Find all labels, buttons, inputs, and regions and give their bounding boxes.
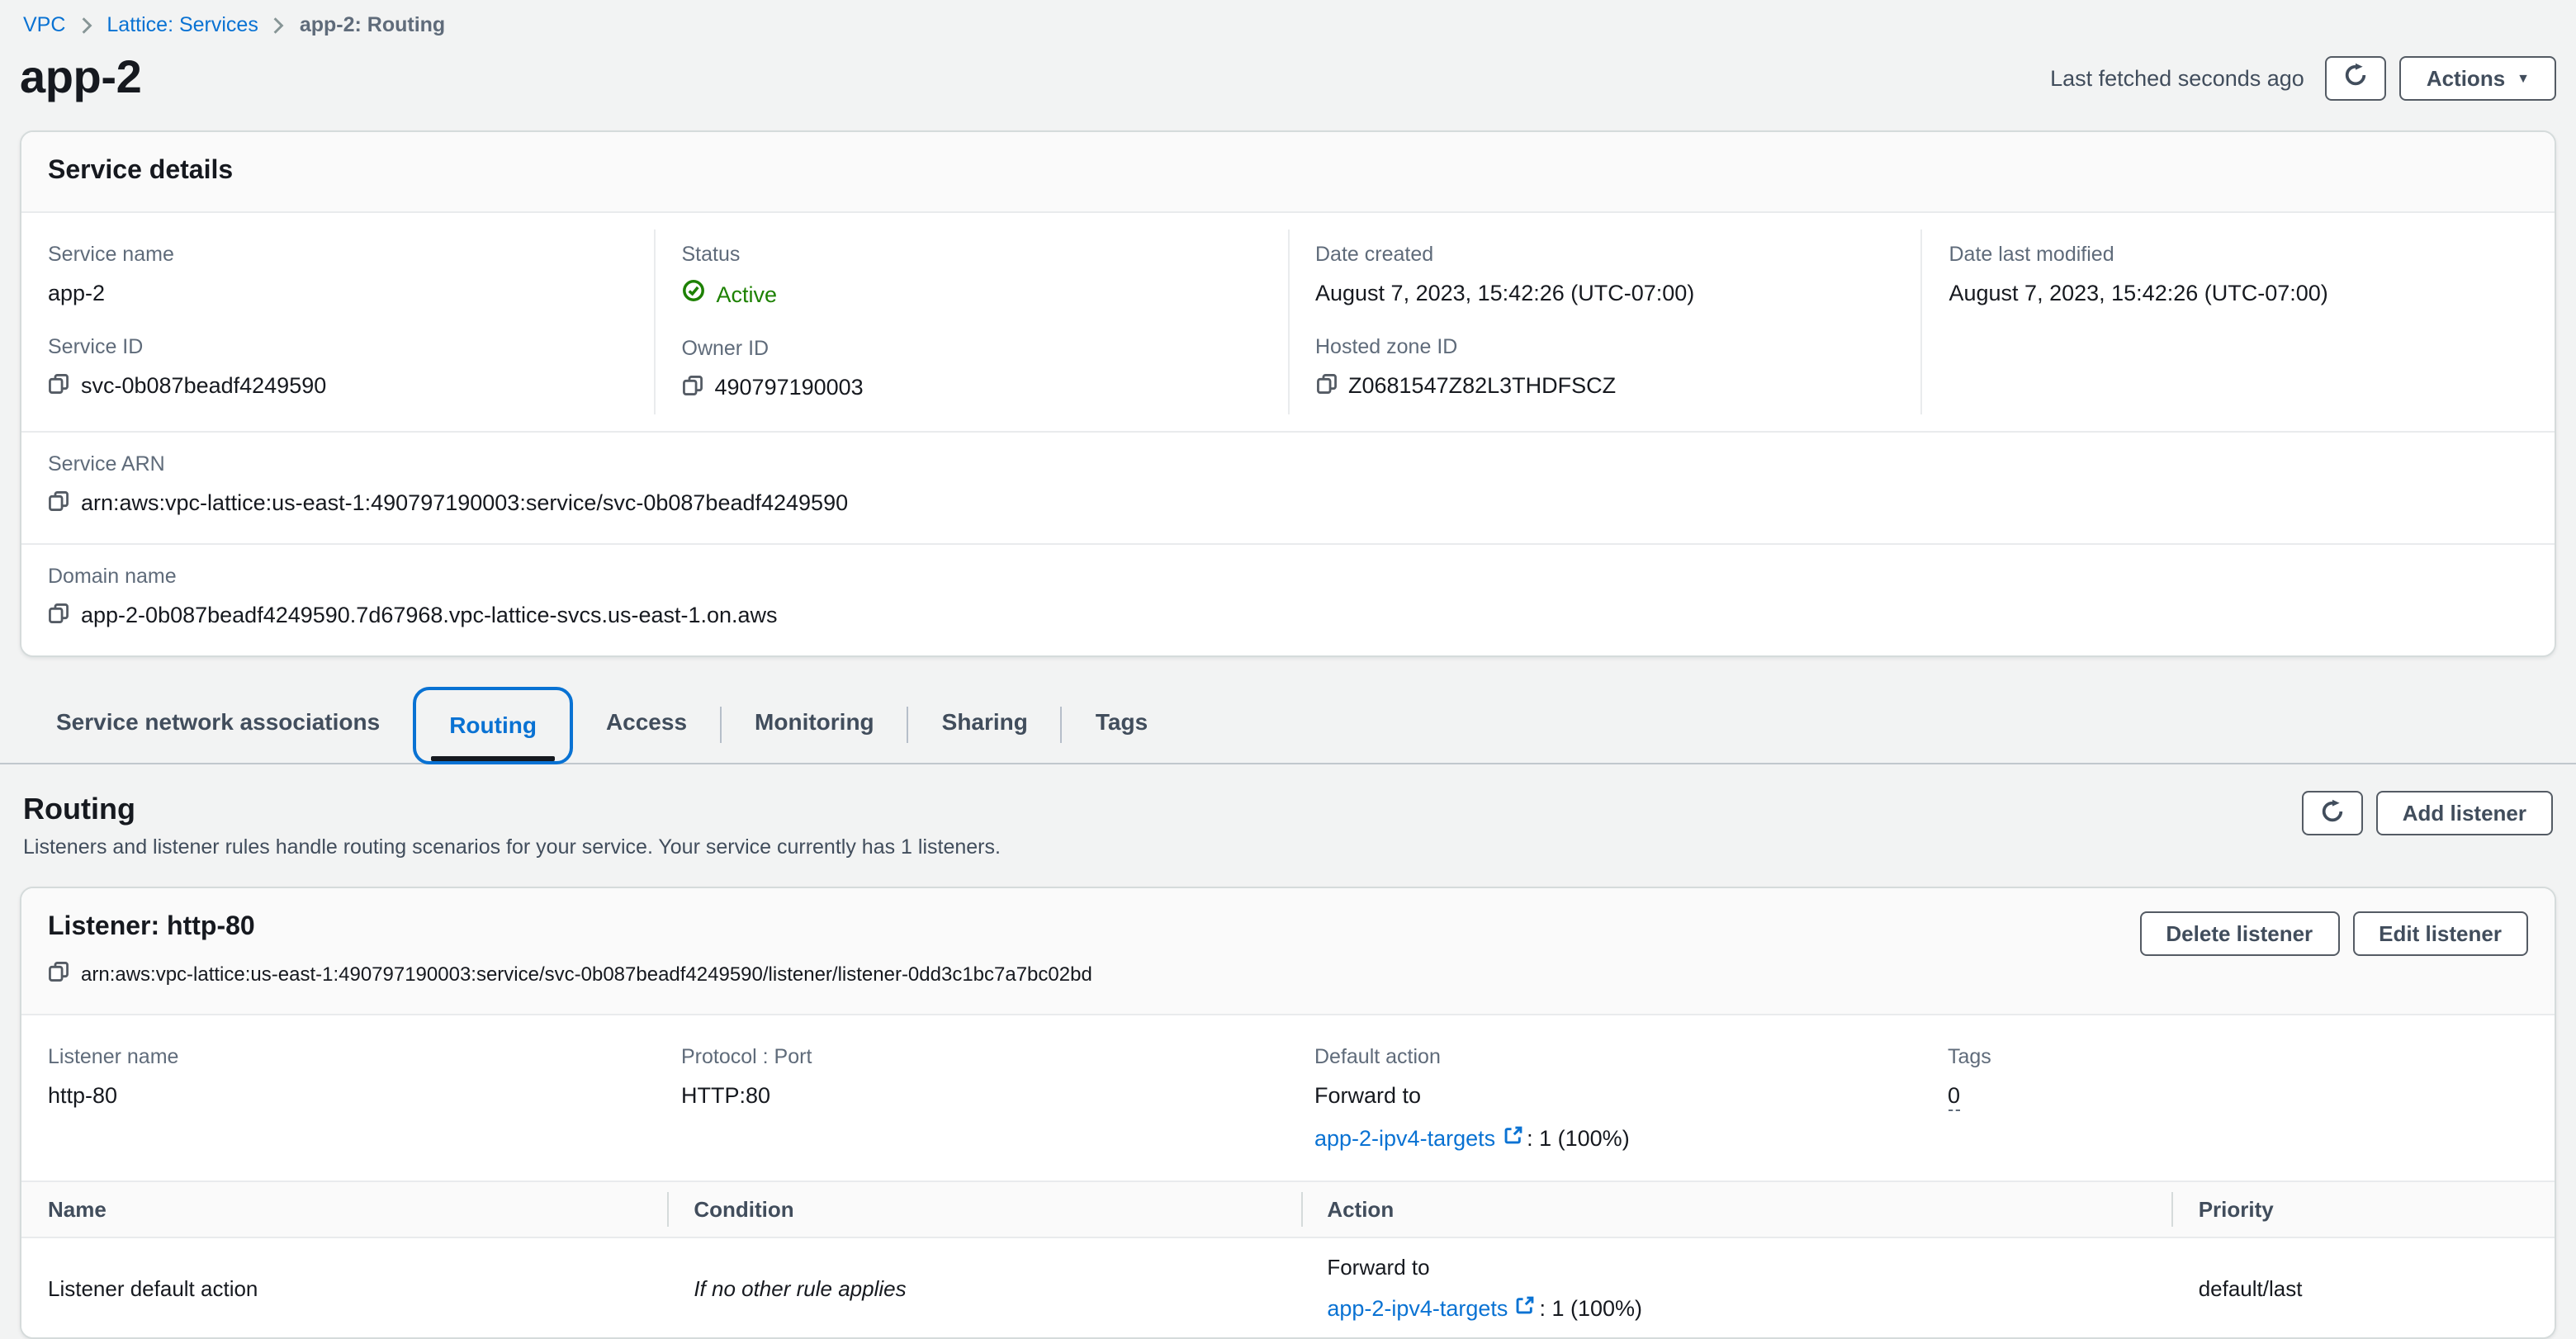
- listener-card-header: Listener: http-80 arn:aws:vpc-lattice:us…: [21, 888, 2555, 1015]
- listener-card: Listener: http-80 arn:aws:vpc-lattice:us…: [20, 887, 2556, 1339]
- service-details-header: Service details: [21, 132, 2555, 213]
- target-group-link[interactable]: app-2-ipv4-targets: [1314, 1124, 1523, 1151]
- tags-count-link[interactable]: 0: [1948, 1081, 1960, 1111]
- rule-target-weight-text: : 1 (100%): [1539, 1295, 1642, 1320]
- copy-icon: [48, 372, 69, 399]
- service-arn-value: arn:aws:vpc-lattice:us-east-1:4907971900…: [81, 489, 848, 517]
- vpc-lattice-service-page: VPC Lattice: Services app-2: Routing app…: [0, 0, 2576, 1293]
- target-weight-text: : 1 (100%): [1527, 1125, 1630, 1150]
- routing-refresh-button[interactable]: [2302, 791, 2363, 835]
- external-link-icon: [1502, 1124, 1523, 1151]
- hosted-zone-id-value: Z0681547Z82L3THDFSCZ: [1348, 371, 1616, 400]
- service-arn-field: Service ARN arn:aws:vpc-lattice:us-east-…: [21, 433, 2555, 543]
- rule-target-group-link[interactable]: app-2-ipv4-targets: [1327, 1294, 1536, 1321]
- date-modified-field: Date last modified August 7, 2023, 15:42…: [1949, 243, 2529, 307]
- tab-tags[interactable]: Tags: [1063, 687, 1181, 763]
- table-row: Listener default action If no other rule…: [21, 1238, 2555, 1337]
- listener-arn-value: arn:aws:vpc-lattice:us-east-1:4907971900…: [81, 963, 1092, 986]
- service-id-value: svc-0b087beadf4249590: [81, 371, 326, 400]
- rule-priority-cell: default/last: [2172, 1259, 2555, 1317]
- breadcrumb: VPC Lattice: Services app-2: Routing: [20, 0, 2556, 36]
- column-header-condition: Condition: [667, 1182, 1300, 1237]
- caret-down-icon: ▼: [2517, 72, 2530, 85]
- domain-name-field: Domain name app-2-0b087beadf4249590.7d67…: [21, 545, 2555, 655]
- owner-id-value: 490797190003: [715, 373, 864, 401]
- copy-icon: [48, 490, 69, 516]
- copy-icon: [48, 961, 69, 987]
- column-header-priority: Priority: [2172, 1182, 2555, 1237]
- hosted-zone-id-field: Hosted zone ID Z0681547Z82L3THDFSCZ: [1315, 335, 1895, 400]
- add-listener-button[interactable]: Add listener: [2376, 791, 2553, 835]
- copy-owner-id-button[interactable]: [682, 374, 703, 400]
- copy-service-arn-button[interactable]: [48, 490, 69, 516]
- external-link-icon: [1514, 1294, 1536, 1321]
- refresh-icon: [2320, 798, 2345, 828]
- column-header-name: Name: [21, 1182, 667, 1237]
- rule-name-cell: Listener default action: [21, 1259, 667, 1317]
- service-details-card: Service details Service name app-2 Servi…: [20, 130, 2556, 657]
- copy-icon: [48, 602, 69, 628]
- service-details-title: Service details: [48, 155, 2528, 188]
- refresh-button[interactable]: [2326, 55, 2387, 100]
- status-success-icon: [682, 279, 705, 309]
- rule-condition-cell: If no other rule applies: [667, 1259, 1300, 1317]
- delete-listener-button[interactable]: Delete listener: [2139, 911, 2339, 956]
- service-name-field: Service name app-2: [48, 243, 627, 307]
- rules-table-header: Name Condition Action Priority: [21, 1182, 2555, 1238]
- copy-service-id-button[interactable]: [48, 372, 69, 399]
- edit-listener-button[interactable]: Edit listener: [2352, 911, 2528, 956]
- copy-hosted-zone-id-button[interactable]: [1315, 372, 1337, 399]
- actions-button[interactable]: Actions ▼: [2400, 55, 2556, 100]
- status-field: Status Active: [682, 243, 1262, 309]
- listener-name-field: Listener name http-80: [48, 1045, 628, 1110]
- breadcrumb-link-vpc[interactable]: VPC: [23, 13, 65, 36]
- domain-name-value: app-2-0b087beadf4249590.7d67968.vpc-latt…: [81, 601, 778, 629]
- status-badge: Active: [717, 280, 778, 308]
- chevron-right-icon: [80, 16, 92, 34]
- routing-title: Routing: [23, 791, 1001, 827]
- refresh-icon: [2344, 63, 2369, 92]
- tabs-bar: Service network associations Routing Acc…: [0, 687, 2576, 764]
- page-title: app-2: [20, 51, 141, 104]
- chevron-right-icon: [273, 16, 285, 34]
- actions-button-label: Actions: [2427, 65, 2505, 90]
- last-fetched-text: Last fetched seconds ago: [2050, 65, 2304, 90]
- protocol-port-field: Protocol : Port HTTP:80: [681, 1045, 1262, 1110]
- routing-section-header: Routing Listeners and listener rules han…: [20, 791, 2556, 860]
- breadcrumb-link-lattice-services[interactable]: Lattice: Services: [107, 13, 258, 36]
- tab-service-network-associations[interactable]: Service network associations: [23, 687, 413, 763]
- default-action-field: Default action Forward to app-2-ipv4-tar…: [1314, 1045, 1895, 1151]
- page-header: app-2 Last fetched seconds ago Actions ▼: [20, 51, 2556, 104]
- copy-domain-name-button[interactable]: [48, 602, 69, 628]
- copy-icon: [682, 374, 703, 400]
- tags-field: Tags 0: [1948, 1045, 2528, 1111]
- copy-listener-arn-button[interactable]: [48, 961, 69, 987]
- copy-icon: [1315, 372, 1337, 399]
- rule-action-cell: Forward to app-2-ipv4-targets : 1 (100%): [1300, 1238, 2171, 1337]
- owner-id-field: Owner ID 490797190003: [682, 337, 1262, 401]
- tab-sharing[interactable]: Sharing: [909, 687, 1061, 763]
- breadcrumb-current: app-2: Routing: [300, 13, 445, 36]
- tab-monitoring[interactable]: Monitoring: [722, 687, 907, 763]
- service-id-field: Service ID svc-0b087beadf4249590: [48, 335, 627, 400]
- tab-routing[interactable]: Routing: [413, 687, 573, 764]
- date-created-field: Date created August 7, 2023, 15:42:26 (U…: [1315, 243, 1895, 307]
- service-details-grid: Service name app-2 Service ID svc-0b087b…: [21, 213, 2555, 431]
- column-header-action: Action: [1300, 1182, 2171, 1237]
- tab-access[interactable]: Access: [573, 687, 720, 763]
- listener-details-grid: Listener name http-80 Protocol : Port HT…: [21, 1015, 2555, 1180]
- listener-rules-table: Name Condition Action Priority Listener …: [21, 1180, 2555, 1337]
- listener-title: Listener: http-80: [48, 911, 1092, 944]
- routing-description: Listeners and listener rules handle rout…: [23, 835, 1001, 860]
